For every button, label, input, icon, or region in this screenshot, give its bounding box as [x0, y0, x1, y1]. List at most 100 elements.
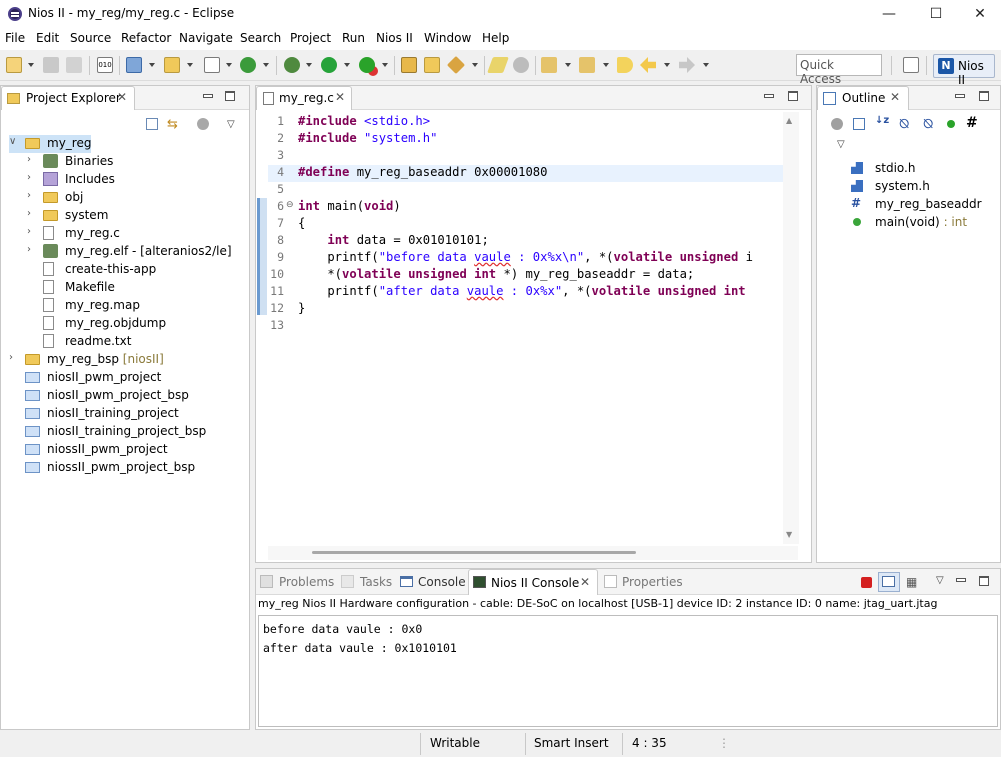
toggle-mark-icon[interactable] [513, 57, 529, 73]
tab-my-reg-c[interactable]: my_reg.c ✕ [256, 86, 352, 110]
view-menu-icon[interactable]: ▽ [837, 139, 845, 150]
run-dropdown-icon[interactable] [344, 63, 350, 67]
scrollbar-thumb[interactable] [312, 551, 636, 554]
save-icon[interactable] [43, 57, 59, 73]
debug-dropdown-icon[interactable] [306, 63, 312, 67]
forward-dropdown-icon[interactable] [703, 63, 709, 67]
scroll-down-icon[interactable]: ▼ [786, 530, 792, 539]
close-icon[interactable]: ✕ [580, 575, 590, 589]
open-type-icon[interactable] [401, 57, 417, 73]
refresh-icon[interactable] [240, 57, 256, 73]
maximize-icon[interactable] [788, 91, 798, 101]
code-area[interactable]: 1 2 3 4 5 6 7 8 9 10 11 12 13 ⊖ #include… [256, 112, 784, 542]
menu-run[interactable]: Run [342, 31, 365, 45]
new-c-project-icon[interactable] [126, 57, 142, 73]
new-file-dropdown-icon[interactable] [226, 63, 232, 67]
minimize-icon[interactable] [956, 578, 966, 582]
view-menu-icon[interactable]: ▽ [227, 119, 235, 130]
maximize-icon[interactable] [979, 576, 989, 586]
hide-fields-icon[interactable]: ⦰ [899, 117, 909, 132]
collapse-all-icon[interactable] [146, 118, 158, 130]
close-icon[interactable]: ✕ [117, 90, 127, 104]
new-icon[interactable] [6, 57, 22, 73]
menu-project[interactable]: Project [290, 31, 331, 45]
minimize-icon[interactable] [203, 94, 213, 98]
new-folder-icon[interactable] [164, 57, 180, 73]
tab-tasks[interactable]: Tasks [360, 575, 392, 589]
maximize-icon[interactable] [979, 91, 989, 101]
menu-source[interactable]: Source [70, 31, 111, 45]
tab-outline[interactable]: Outline ✕ [817, 86, 909, 110]
menu-nios-ii[interactable]: Nios II [376, 31, 413, 45]
previous-annotation-icon[interactable] [579, 57, 595, 73]
chevron-right-icon[interactable]: › [9, 352, 13, 363]
terminate-icon[interactable] [861, 577, 872, 588]
menu-help[interactable]: Help [482, 31, 509, 45]
fold-icon[interactable]: ⊖ [286, 200, 294, 210]
menu-search[interactable]: Search [240, 31, 281, 45]
tab-problems[interactable]: Problems [279, 575, 334, 589]
quick-access-input[interactable]: Quick Access [796, 54, 882, 86]
last-edit-icon[interactable] [617, 57, 633, 73]
menu-navigate[interactable]: Navigate [179, 31, 233, 45]
next-annotation-dropdown-icon[interactable] [565, 63, 571, 67]
horizontal-scrollbar[interactable] [268, 546, 798, 560]
view-menu-icon[interactable]: ▽ [936, 575, 944, 586]
new-file-icon[interactable] [204, 57, 220, 73]
highlight-icon[interactable] [487, 57, 509, 73]
remove-launch-icon[interactable]: ▦ [906, 575, 917, 589]
previous-annotation-dropdown-icon[interactable] [603, 63, 609, 67]
new-folder-dropdown-icon[interactable] [187, 63, 193, 67]
search-dropdown-icon[interactable] [472, 63, 478, 67]
close-button[interactable]: ✕ [958, 0, 1001, 28]
back-dropdown-icon[interactable] [664, 63, 670, 67]
minimize-icon[interactable] [955, 94, 965, 98]
menu-refactor[interactable]: Refactor [121, 31, 171, 45]
minimize-button[interactable]: — [867, 0, 911, 28]
open-resource-icon[interactable] [424, 57, 440, 73]
chevron-right-icon[interactable]: › [27, 172, 31, 183]
debug-icon[interactable] [284, 57, 300, 73]
hide-static-icon[interactable]: ⦰ [923, 117, 933, 132]
link-with-editor-icon[interactable]: ⇆ [167, 117, 178, 132]
sort-icon[interactable]: ↓z [875, 115, 889, 126]
close-icon[interactable]: ✕ [335, 90, 345, 104]
new-project-dropdown-icon[interactable] [149, 63, 155, 67]
console-output[interactable]: before data vaule : 0x0 after data vaule… [258, 615, 998, 727]
tab-nios-ii-console[interactable]: Nios II Console ✕ [468, 569, 598, 595]
external-tools-dropdown-icon[interactable] [382, 63, 388, 67]
scroll-up-icon[interactable]: ▲ [786, 116, 792, 125]
binary-icon[interactable]: 010 [97, 57, 113, 73]
tab-project-explorer[interactable]: Project Explorer ✕ [1, 86, 135, 110]
run-icon[interactable] [321, 57, 337, 73]
menu-file[interactable]: File [5, 31, 25, 45]
refresh-dropdown-icon[interactable] [263, 63, 269, 67]
close-icon[interactable]: ✕ [890, 90, 900, 104]
chevron-right-icon[interactable]: › [27, 208, 31, 219]
maximize-button[interactable]: ☐ [914, 0, 958, 28]
back-icon[interactable] [640, 57, 656, 73]
tab-properties[interactable]: Properties [622, 575, 683, 589]
tree-item-my-reg[interactable]: ∨ my_reg [9, 135, 91, 153]
next-annotation-icon[interactable] [541, 57, 557, 73]
open-perspective-icon[interactable] [903, 57, 919, 73]
external-tools-icon[interactable] [359, 57, 375, 73]
new-dropdown-icon[interactable] [28, 63, 34, 67]
collapse-all-icon[interactable] [853, 118, 865, 130]
maximize-icon[interactable] [225, 91, 235, 101]
tab-console[interactable]: Console [418, 575, 466, 589]
filter-icon[interactable] [197, 118, 209, 130]
menu-edit[interactable]: Edit [36, 31, 59, 45]
chevron-right-icon[interactable]: › [27, 154, 31, 165]
hide-macros-icon[interactable]: # [966, 115, 978, 131]
nios-ii-perspective-button[interactable]: N Nios II [933, 54, 995, 87]
forward-icon[interactable] [679, 57, 695, 73]
minimize-icon[interactable] [764, 94, 774, 98]
chevron-right-icon[interactable]: › [27, 226, 31, 237]
filter-icon[interactable] [831, 118, 843, 130]
vertical-scrollbar[interactable]: ▲ ▼ [783, 112, 799, 544]
chevron-down-icon[interactable]: ∨ [9, 136, 16, 147]
chevron-right-icon[interactable]: › [27, 244, 31, 255]
menu-window[interactable]: Window [424, 31, 471, 45]
search-tool-icon[interactable] [446, 55, 466, 75]
